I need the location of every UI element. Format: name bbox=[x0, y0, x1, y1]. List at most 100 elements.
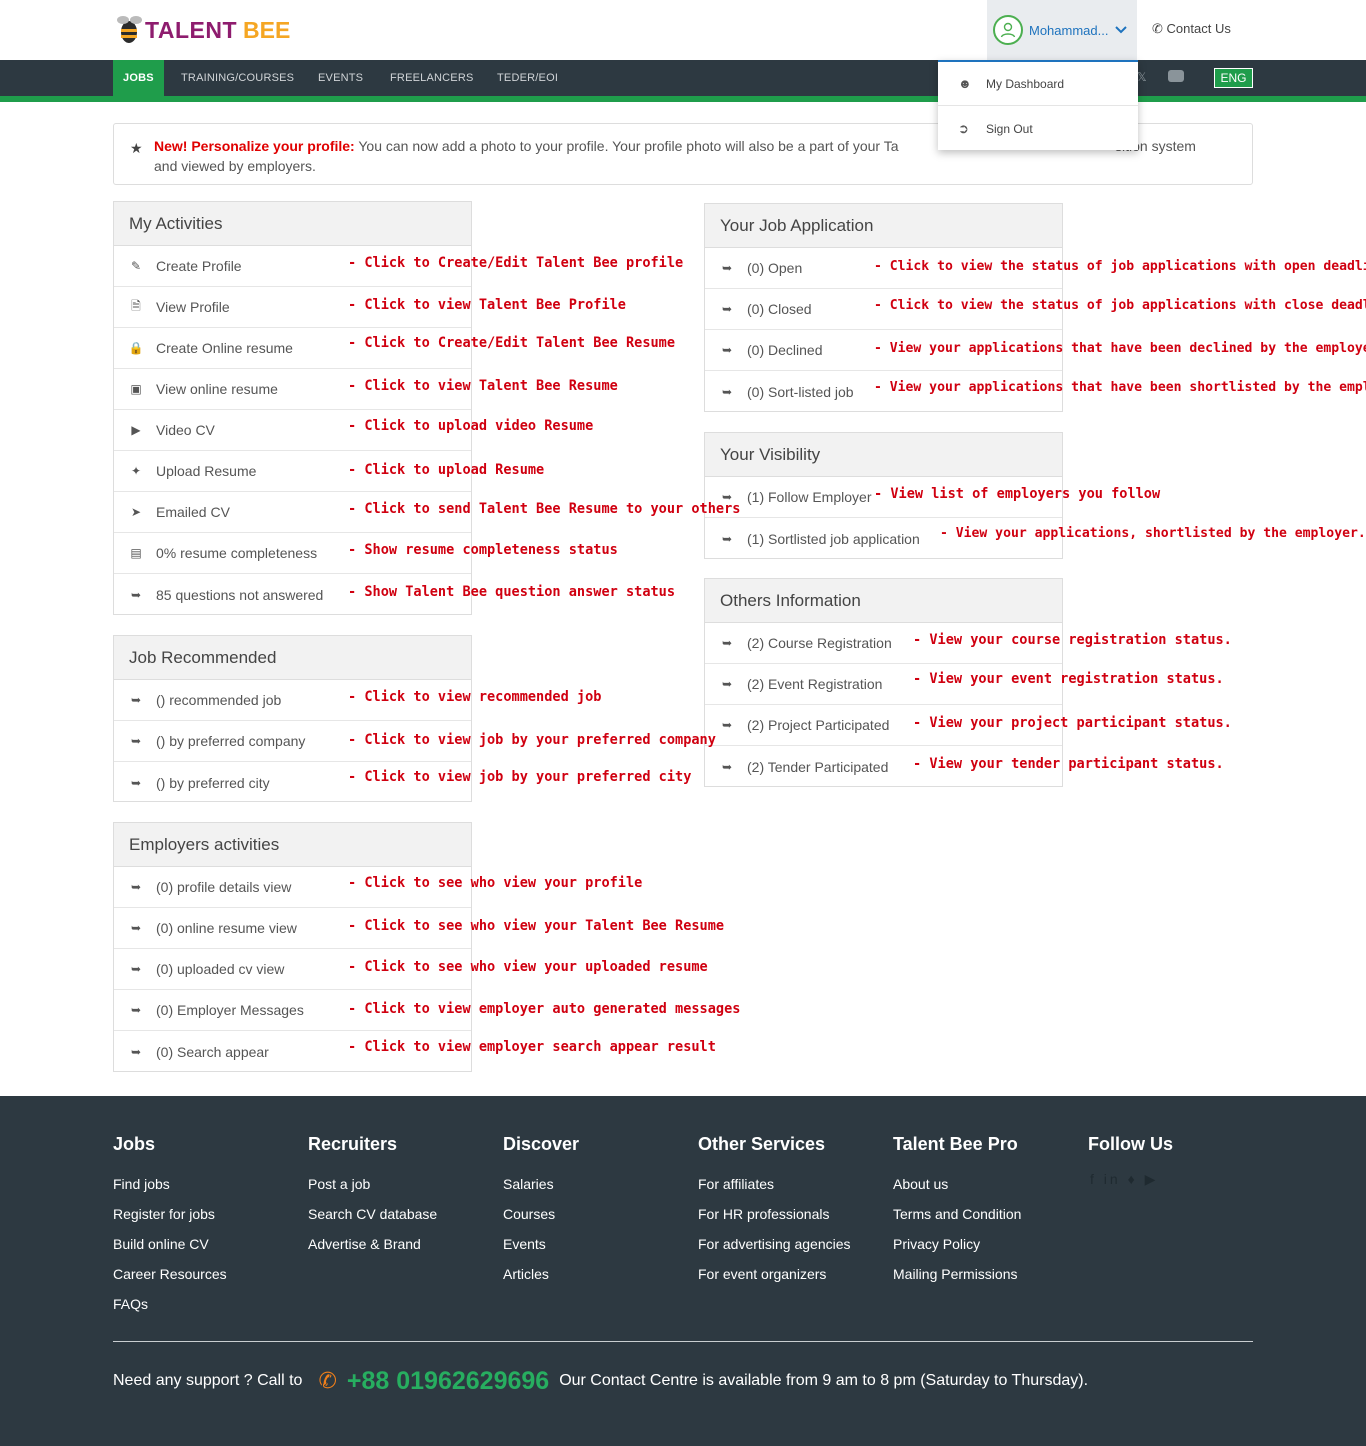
footer-link[interactable]: About us bbox=[893, 1174, 1021, 1204]
puzzle-icon: ✦ bbox=[130, 464, 142, 478]
footer-divider bbox=[113, 1341, 1253, 1342]
arrow-dots-icon: ➥ bbox=[130, 962, 142, 976]
employers-activities-panel: Employers activities ➥ (0) profile detail… bbox=[113, 822, 472, 1072]
arrow-dots-icon: ➥ bbox=[721, 384, 733, 399]
annotation: - Show resume completeness status bbox=[348, 542, 618, 558]
arrow-dots-icon: ➥ bbox=[130, 693, 142, 707]
arrow-dots-icon: ➥ bbox=[130, 880, 142, 894]
item-label: (2) Event Registration bbox=[747, 676, 883, 692]
facebook-icon[interactable]: f bbox=[1090, 1171, 1097, 1187]
footer-link[interactable]: Build online CV bbox=[113, 1234, 227, 1264]
footer-link[interactable]: FAQs bbox=[113, 1294, 227, 1324]
footer-link[interactable]: Articles bbox=[503, 1264, 579, 1294]
item-label: (0) Open bbox=[747, 260, 803, 276]
tab-freelancers[interactable]: FREELANCERS bbox=[390, 60, 474, 96]
footer-link[interactable]: Terms and Condition bbox=[893, 1204, 1021, 1234]
panel-title: Your Job Application bbox=[705, 204, 1062, 248]
panel-title: Your Visibility bbox=[705, 433, 1062, 477]
annotation: - View your project participant status. bbox=[913, 715, 1232, 731]
annotation: - Click to upload video Resume bbox=[348, 418, 594, 434]
youtube-icon[interactable]: ▶ bbox=[1145, 1171, 1159, 1187]
bee-icon bbox=[117, 16, 142, 43]
annotation: - View your tender participant status. bbox=[913, 756, 1224, 772]
footer-link[interactable]: Advertise & Brand bbox=[308, 1234, 437, 1264]
support-hours: Our Contact Centre is available from 9 a… bbox=[559, 1372, 1089, 1389]
item-label: View Profile bbox=[156, 299, 230, 315]
item-label: (0) Declined bbox=[747, 342, 823, 358]
footer-link[interactable]: Career Resources bbox=[113, 1264, 227, 1294]
annotation: - Click to upload Resume bbox=[348, 462, 545, 478]
annotation: - Click to view job by your preferred co… bbox=[348, 732, 716, 748]
item-label: Emailed CV bbox=[156, 504, 230, 520]
star-icon: ★ bbox=[130, 140, 143, 156]
item-label: Create Profile bbox=[156, 258, 242, 274]
arrow-dots-icon: ➥ bbox=[721, 302, 733, 316]
annotation: - View your applications that have been … bbox=[874, 379, 1366, 395]
item-label: () by preferred city bbox=[156, 774, 270, 791]
item-label: Video CV bbox=[156, 422, 215, 438]
footer-link[interactable]: For event organizers bbox=[698, 1264, 851, 1294]
youtube-icon[interactable] bbox=[1168, 70, 1184, 82]
footer-link[interactable]: For affiliates bbox=[698, 1174, 851, 1204]
arrow-dots-icon: ➥ bbox=[130, 1003, 142, 1017]
footer-link[interactable]: Register for jobs bbox=[113, 1204, 227, 1234]
annotation: - View your course registration status. bbox=[913, 632, 1232, 648]
annotation: - Click to see who view your uploaded re… bbox=[348, 959, 708, 975]
item-label: (0) Employer Messages bbox=[156, 1002, 304, 1018]
user-menu-toggle[interactable]: Mohammad... bbox=[987, 0, 1137, 60]
profile-search-icon: 🗎 bbox=[131, 298, 141, 313]
phone-icon: ✆ bbox=[1152, 21, 1163, 36]
footer-column-other-services: Other Services For affiliates For HR pro… bbox=[698, 1134, 851, 1294]
annotation: - Click to Create/Edit Talent Bee Resume bbox=[348, 335, 676, 351]
tab-jobs[interactable]: JOBS bbox=[113, 60, 164, 96]
dashboard-user-icon: ☻ bbox=[958, 76, 972, 91]
support-number[interactable]: +88 01962629696 bbox=[347, 1367, 549, 1396]
footer-column-follow-us: Follow Us bbox=[1088, 1134, 1173, 1174]
nav-accent-bar bbox=[0, 96, 1366, 102]
footer-link[interactable]: For HR professionals bbox=[698, 1204, 851, 1234]
item-label: (0) Sort-listed job bbox=[747, 383, 854, 400]
linkedin-icon[interactable]: in bbox=[1104, 1171, 1121, 1187]
footer-link[interactable]: Search CV database bbox=[308, 1204, 437, 1234]
panel-title: Job Recommended bbox=[114, 636, 471, 680]
annotation: - Click to send Talent Bee Resume to you… bbox=[348, 501, 741, 517]
footer-column-title: Jobs bbox=[113, 1134, 156, 1154]
panel-title: My Activities bbox=[114, 202, 471, 246]
footer-link[interactable]: Mailing Permissions bbox=[893, 1264, 1021, 1294]
twitter-icon[interactable]: 𝕏 bbox=[1137, 70, 1147, 84]
item-label: (2) Course Registration bbox=[747, 635, 892, 651]
contact-us-link[interactable]: ✆ Contact Us bbox=[1152, 21, 1231, 37]
arrow-dots-icon: ➥ bbox=[721, 531, 733, 546]
footer-link[interactable]: Post a job bbox=[308, 1174, 437, 1204]
footer-link[interactable]: Find jobs bbox=[113, 1174, 227, 1204]
send-icon: ➤ bbox=[130, 505, 142, 519]
item-label: Create Online resume bbox=[156, 340, 293, 356]
footer-link[interactable]: Events bbox=[503, 1234, 579, 1264]
tab-teder-eoi[interactable]: TEDER/EOI bbox=[497, 60, 558, 96]
annotation: - Click to view Talent Bee Profile bbox=[348, 297, 626, 313]
menu-item-my-dashboard[interactable]: ☻ My Dashboard bbox=[938, 62, 1138, 106]
annotation: - View your applications, shortlisted by… bbox=[940, 525, 1366, 541]
item-label: (2) Project Participated bbox=[747, 717, 890, 733]
footer-column-title: Talent Bee Pro bbox=[893, 1134, 1018, 1154]
support-line: Need any support ? Call to ✆ +88 0196262… bbox=[113, 1364, 1088, 1398]
footer-link[interactable]: For advertising agencies bbox=[698, 1234, 851, 1264]
footer-link[interactable]: Courses bbox=[503, 1204, 579, 1234]
menu-item-sign-out[interactable]: ➲ Sign Out bbox=[938, 107, 1138, 151]
item-label: (0) uploaded cv view bbox=[156, 961, 285, 977]
footer-link[interactable]: Privacy Policy bbox=[893, 1234, 1021, 1264]
chevron-down-icon bbox=[1115, 26, 1128, 34]
arrow-dots-icon: ➥ bbox=[130, 587, 142, 602]
support-prefix: Need any support ? Call to bbox=[113, 1372, 303, 1389]
notice-highlight: New! Personalize your profile: bbox=[154, 138, 355, 154]
footer-link[interactable]: Salaries bbox=[503, 1174, 579, 1204]
monitor-icon: ▣ bbox=[130, 382, 142, 396]
language-toggle[interactable]: ENG bbox=[1214, 68, 1253, 88]
item-label: 0% resume completeness bbox=[156, 545, 318, 561]
tab-training-courses[interactable]: TRAINING/COURSES bbox=[181, 60, 294, 96]
logo[interactable]: TALENT BEE bbox=[115, 10, 290, 50]
item-label: 85 questions not answered bbox=[156, 586, 324, 603]
tab-events[interactable]: EVENTS bbox=[318, 60, 363, 96]
twitter-icon[interactable]: ♦ bbox=[1128, 1171, 1138, 1187]
annotation: - Click to view job by your preferred ci… bbox=[348, 769, 692, 785]
